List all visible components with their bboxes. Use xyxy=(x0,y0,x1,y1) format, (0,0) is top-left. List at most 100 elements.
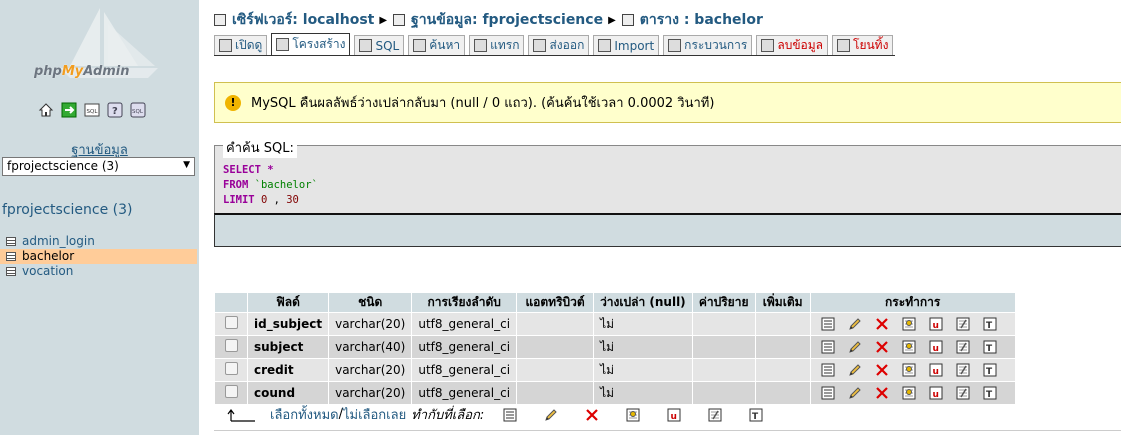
index-icon[interactable] xyxy=(955,339,971,355)
index-icon[interactable] xyxy=(707,407,723,423)
unique-icon[interactable]: u xyxy=(928,362,944,378)
svg-text:SQL: SQL xyxy=(87,109,99,115)
row-checkbox[interactable] xyxy=(224,339,238,352)
primary-key-icon[interactable] xyxy=(901,339,917,355)
edit-icon[interactable] xyxy=(847,362,863,378)
tab-import[interactable]: Import xyxy=(593,35,660,55)
table-item-bachelor[interactable]: bachelor xyxy=(0,249,197,264)
tab-structure[interactable]: โครงสร้าง xyxy=(271,33,351,55)
tab-export[interactable]: ส่งออก xyxy=(528,35,590,55)
sql-docs-icon[interactable]: SQL xyxy=(130,102,146,118)
home-icon[interactable] xyxy=(38,102,54,118)
table-icon[interactable] xyxy=(6,252,16,261)
field-type: varchar(20) xyxy=(329,382,412,404)
field-attributes xyxy=(517,336,594,358)
edit-icon[interactable] xyxy=(847,385,863,401)
delete-icon[interactable] xyxy=(874,316,890,332)
table-icon[interactable] xyxy=(6,267,16,276)
primary-key-icon[interactable] xyxy=(901,362,917,378)
field-attributes xyxy=(517,359,594,381)
database-title-link[interactable]: fprojectscience (3) xyxy=(2,202,132,218)
field-extra xyxy=(755,382,810,404)
column-header-null: ว่างเปล่า (null) xyxy=(594,293,692,312)
tab-operations[interactable]: กระบวนการ xyxy=(663,35,753,55)
table-row[interactable]: subject varchar(40) utf8_general_ci ไม่ u T xyxy=(215,336,1015,358)
table-row[interactable]: credit varchar(20) utf8_general_ci ไม่ u T xyxy=(215,359,1015,381)
browse-icon[interactable] xyxy=(820,316,836,332)
fulltext-icon[interactable]: T xyxy=(982,316,998,332)
database-select[interactable]: fprojectscience (3) ▼ xyxy=(2,157,195,176)
edit-icon[interactable] xyxy=(847,316,863,332)
table-row[interactable]: id_subject varchar(20) utf8_general_ci ไม่ u… xyxy=(215,313,1015,335)
browse-icon[interactable] xyxy=(820,339,836,355)
edit-icon[interactable] xyxy=(543,407,559,423)
documentation-icon[interactable]: ? xyxy=(107,102,123,118)
uncheck-all-link[interactable]: ไม่เลือกเลย xyxy=(343,404,406,425)
delete-icon[interactable] xyxy=(584,407,600,423)
fulltext-icon[interactable]: T xyxy=(982,385,998,401)
index-icon[interactable] xyxy=(955,362,971,378)
tab-search[interactable]: ค้นหา xyxy=(408,35,466,55)
row-checkbox[interactable] xyxy=(224,385,238,398)
divider xyxy=(214,430,1121,431)
browse-icon[interactable] xyxy=(820,385,836,401)
field-actions: uT xyxy=(810,313,1015,335)
column-header-collation: การเรียงลำดับ xyxy=(412,293,517,312)
phpmyadmin-logo-text[interactable]: phpMyAdmin xyxy=(34,64,130,79)
svg-text:T: T xyxy=(986,367,993,377)
svg-text:u: u xyxy=(932,321,938,331)
table-item-vocation[interactable]: vocation xyxy=(0,264,197,279)
unique-icon[interactable]: u xyxy=(928,316,944,332)
check-all-link[interactable]: เลือกทั้งหมด xyxy=(270,404,339,425)
field-name: credit xyxy=(248,359,329,381)
svg-text:u: u xyxy=(932,367,938,377)
tab-drop[interactable]: โยนทิ้ง xyxy=(832,35,894,55)
primary-key-icon[interactable] xyxy=(901,316,917,332)
fulltext-icon[interactable]: T xyxy=(982,362,998,378)
column-header-field[interactable]: ฟิลด์ xyxy=(248,293,329,312)
tab-sql[interactable]: SQL xyxy=(354,35,405,55)
tab-insert[interactable]: แทรก xyxy=(469,35,525,55)
primary-key-icon[interactable] xyxy=(901,385,917,401)
field-name: subject xyxy=(248,336,329,358)
field-actions: uT xyxy=(810,382,1015,404)
column-header-type: ชนิด xyxy=(329,293,412,312)
table-icon xyxy=(621,14,634,26)
svg-text:u: u xyxy=(671,412,677,422)
fulltext-icon[interactable]: T xyxy=(982,339,998,355)
structure-icon xyxy=(276,38,290,51)
fulltext-icon[interactable]: T xyxy=(748,407,764,423)
field-null: ไม่ xyxy=(594,359,692,381)
unique-icon[interactable]: u xyxy=(928,385,944,401)
browse-icon[interactable] xyxy=(820,362,836,378)
breadcrumb-server[interactable]: เซิร์ฟเวอร์: localhost xyxy=(232,9,374,31)
tab-empty[interactable]: ลบข้อมูล xyxy=(756,35,828,55)
breadcrumb-database[interactable]: ฐานข้อมูล: fprojectscience xyxy=(411,9,603,31)
delete-icon[interactable] xyxy=(874,385,890,401)
delete-icon[interactable] xyxy=(874,362,890,378)
index-icon[interactable] xyxy=(955,385,971,401)
tab-browse[interactable]: เปิดดู xyxy=(214,35,268,55)
breadcrumb-table[interactable]: ตาราง : bachelor xyxy=(640,9,763,31)
index-icon[interactable] xyxy=(955,316,971,332)
field-collation: utf8_general_ci xyxy=(412,382,517,404)
notice-message: ! MySQL คืนผลลัพธ์ว่างเปล่ากลับมา (null … xyxy=(214,82,1121,123)
table-row[interactable]: cound varchar(20) utf8_general_ci ไม่ u T xyxy=(215,382,1015,404)
field-attributes xyxy=(517,382,594,404)
edit-icon[interactable] xyxy=(847,339,863,355)
table-icon[interactable] xyxy=(6,237,16,246)
unique-icon[interactable]: u xyxy=(666,407,682,423)
browse-icon[interactable] xyxy=(502,407,518,423)
row-checkbox[interactable] xyxy=(224,362,238,375)
unique-icon[interactable]: u xyxy=(928,339,944,355)
sql-query-icon[interactable]: SQL xyxy=(84,102,100,118)
row-checkbox[interactable] xyxy=(224,316,238,329)
primary-key-icon[interactable] xyxy=(625,407,641,423)
main-content: เซิร์ฟเวอร์: localhost ▶ ฐานข้อมูล: fpro… xyxy=(199,0,1121,435)
table-item-admin-login[interactable]: admin_login xyxy=(0,234,197,249)
exit-icon[interactable] xyxy=(61,102,77,118)
delete-icon[interactable] xyxy=(874,339,890,355)
svg-text:u: u xyxy=(932,390,938,400)
bulk-actions-bar: เลือกทั้งหมด / ไม่เลือกเลย ทำกับที่เลือก… xyxy=(227,404,764,425)
search-icon xyxy=(413,39,427,52)
